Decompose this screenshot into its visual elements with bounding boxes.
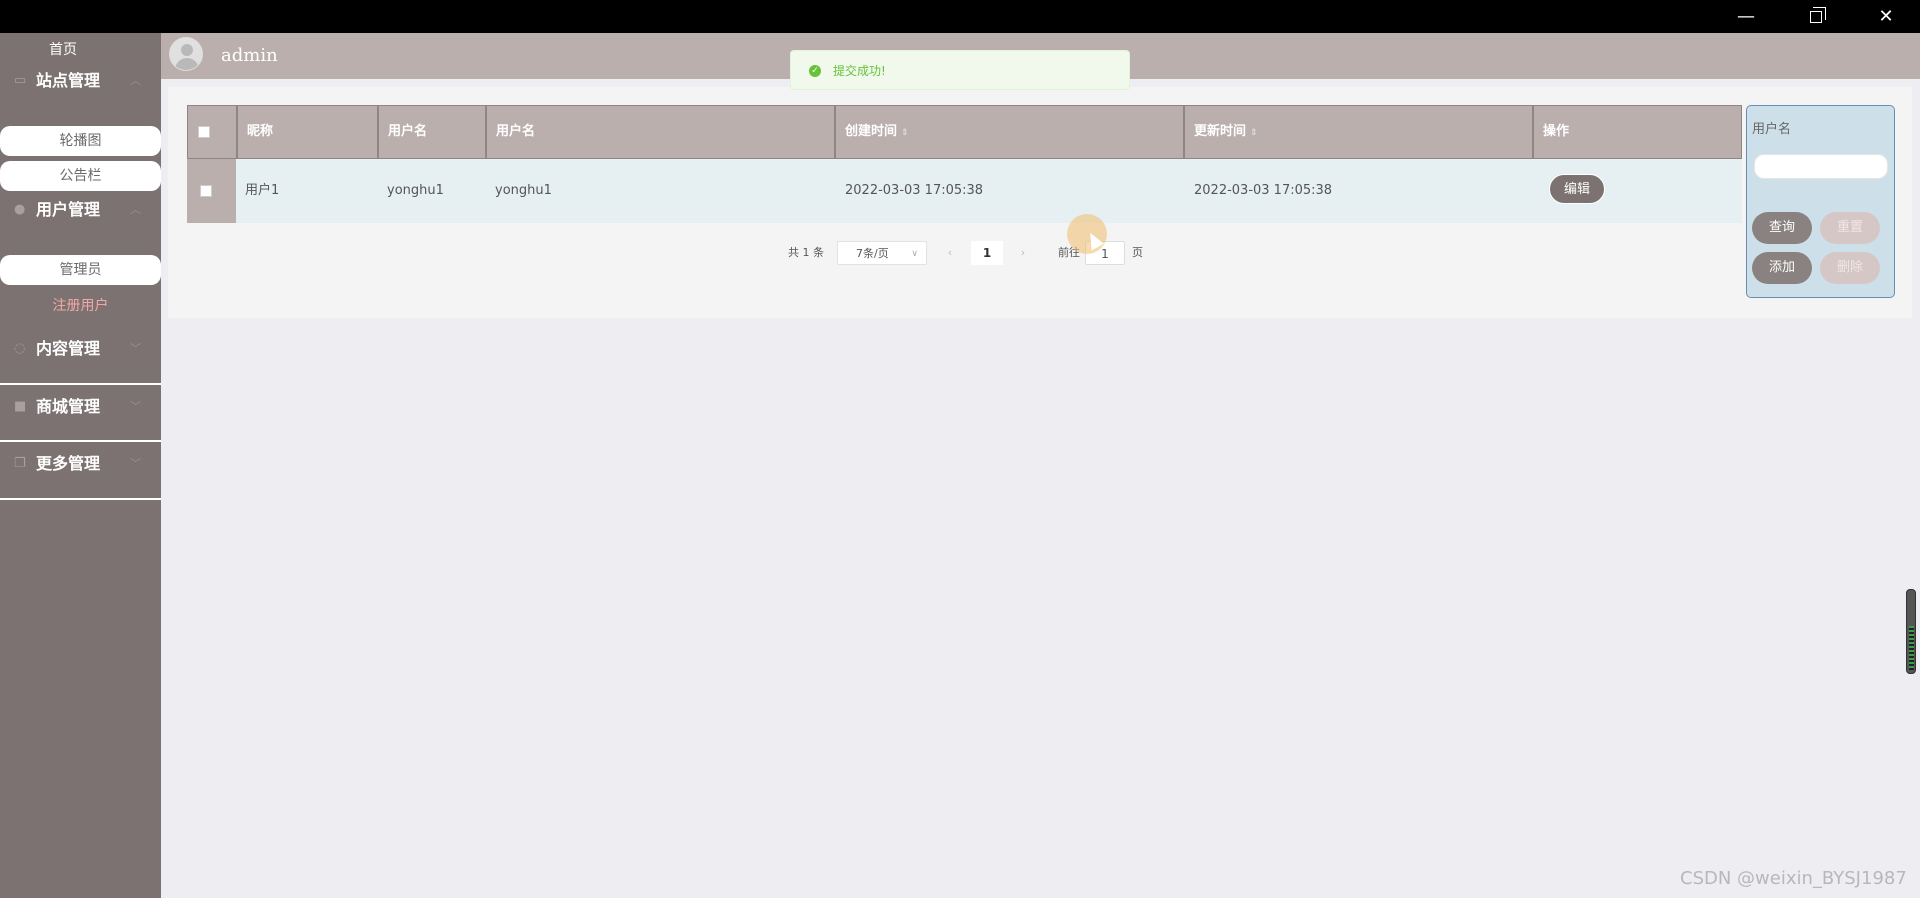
column-header[interactable]: 用户名: [377, 106, 485, 158]
column-header-created[interactable]: 创建时间 ⇕: [834, 106, 1183, 158]
column-header: 操作: [1532, 106, 1741, 158]
search-panel: 用户名 查询 重置 添加 删除: [1746, 105, 1895, 298]
divider: [0, 498, 161, 500]
window-titlebar: — ✕: [0, 0, 1920, 33]
sidebar-group-users[interactable]: ● 用户管理 ︿: [0, 188, 161, 232]
sidebar-group-label: 用户管理: [36, 200, 101, 219]
table-header: 昵称 用户名 用户名 创建时间 ⇕ 更新时间 ⇕ 操作: [187, 105, 1742, 159]
chevron-up-icon: ︿: [130, 74, 141, 87]
cell-nickname: 用户1: [245, 183, 280, 198]
check-circle-icon: ✓: [809, 65, 821, 77]
column-header[interactable]: 昵称: [236, 106, 377, 158]
table-row: 用户1 yonghu1 yonghu1 2022-03-03 17:05:38 …: [187, 159, 1742, 223]
column-label: 更新时间: [1194, 124, 1247, 139]
query-button[interactable]: 查询: [1752, 212, 1812, 244]
restore-icon[interactable]: [1788, 0, 1844, 33]
success-toast: ✓ 提交成功!: [790, 50, 1130, 90]
chat-icon: ◌: [14, 341, 26, 356]
sidebar-item-admins[interactable]: 管理员: [0, 255, 161, 285]
monitor-icon: ▭: [14, 73, 27, 88]
page-size-select[interactable]: 7条/页 ∨: [837, 241, 927, 265]
watermark: CSDN @weixin_BYSJ1987: [1680, 868, 1907, 889]
reset-button[interactable]: 重置: [1820, 212, 1880, 244]
chevron-down-icon: ﹀: [130, 457, 141, 470]
cell-created: 2022-03-03 17:05:38: [845, 183, 984, 198]
sidebar-group-shop[interactable]: ■ 商城管理 ﹀: [0, 385, 161, 429]
delete-button[interactable]: 删除: [1820, 252, 1880, 284]
sidebar-group-content[interactable]: ◌ 内容管理 ﹀: [0, 327, 161, 371]
row-check-cell: [187, 159, 236, 223]
sidebar-group-label: 站点管理: [36, 71, 101, 90]
select-all-checkbox[interactable]: [198, 126, 210, 138]
avatar[interactable]: [169, 37, 203, 71]
copy-icon: ❐: [14, 456, 26, 471]
chevron-down-icon: ﹀: [130, 400, 141, 413]
header-username: admin: [221, 45, 278, 66]
page-size-value: 7条/页: [856, 247, 889, 260]
sidebar-group-more[interactable]: ❐ 更多管理 ﹀: [0, 442, 161, 486]
sidebar-group-label: 商城管理: [36, 397, 101, 416]
column-header-updated[interactable]: 更新时间 ⇕: [1183, 106, 1532, 158]
prev-page-icon[interactable]: ‹: [937, 241, 963, 265]
sidebar: 首页 ▭ 站点管理 ︿ 轮播图 公告栏 ● 用户管理 ︿ 管理员 注册用户 ◌ …: [0, 33, 161, 898]
chevron-down-icon: ∨: [911, 249, 918, 259]
sort-icon[interactable]: ⇕: [901, 128, 909, 138]
search-label: 用户名: [1752, 122, 1792, 137]
chevron-down-icon: ﹀: [130, 342, 141, 355]
sidebar-group-label: 更多管理: [36, 454, 101, 473]
column-header[interactable]: 用户名: [485, 106, 834, 158]
sidebar-group-label: 内容管理: [36, 339, 101, 358]
sidebar-group-site[interactable]: ▭ 站点管理 ︿: [0, 59, 161, 103]
cell-username: yonghu1: [387, 183, 444, 198]
user-icon: ●: [14, 202, 26, 217]
pagination-total: 共 1 条: [788, 246, 824, 259]
sidebar-item-carousel[interactable]: 轮播图: [0, 126, 161, 156]
sidebar-item-registered-users[interactable]: 注册用户: [0, 291, 161, 321]
goto-suffix: 页: [1132, 246, 1143, 259]
cell-actions: 编辑: [1534, 159, 1742, 223]
chevron-up-icon: ︿: [130, 203, 141, 216]
column-label: 创建时间: [845, 124, 898, 139]
lock-icon: ■: [14, 399, 27, 414]
row-checkbox[interactable]: [200, 185, 212, 197]
sidebar-item-notice[interactable]: 公告栏: [0, 161, 161, 191]
username-search-input[interactable]: [1754, 154, 1888, 179]
toast-message: 提交成功!: [833, 64, 886, 78]
scroll-widget[interactable]: [1906, 589, 1916, 674]
add-button[interactable]: 添加: [1752, 252, 1812, 284]
close-icon[interactable]: ✕: [1858, 0, 1914, 33]
minimize-icon[interactable]: —: [1718, 0, 1774, 33]
page-number-current[interactable]: 1: [971, 241, 1003, 265]
cell-username-2: yonghu1: [495, 183, 552, 198]
edit-button[interactable]: 编辑: [1549, 173, 1606, 204]
next-page-icon[interactable]: ›: [1010, 241, 1036, 265]
sort-icon[interactable]: ⇕: [1250, 128, 1258, 138]
select-all-cell: [188, 106, 236, 158]
cell-updated: 2022-03-03 17:05:38: [1194, 183, 1333, 198]
